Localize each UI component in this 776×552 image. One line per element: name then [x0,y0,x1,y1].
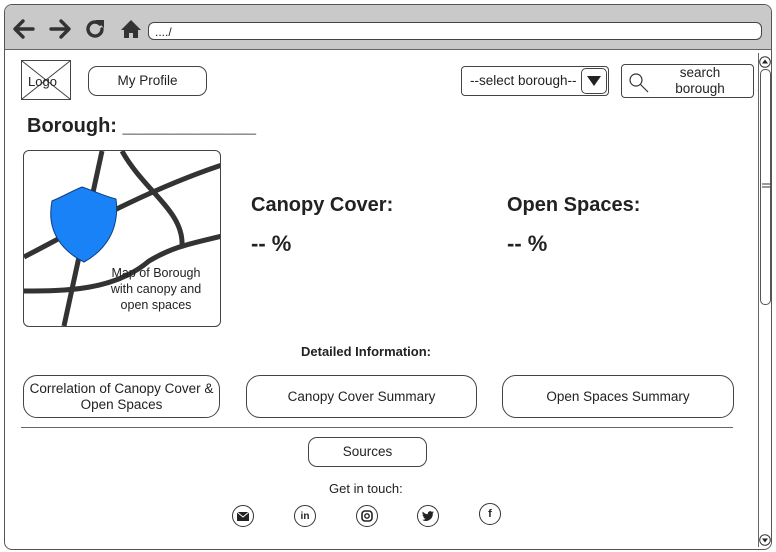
twitter-icon[interactable] [417,505,439,527]
borough-title: Borough: ____________ [27,115,257,137]
linkedin-icon[interactable]: in [294,505,316,527]
section-divider [21,427,733,428]
sources-button[interactable]: Sources [308,437,427,467]
scroll-down-icon[interactable] [759,533,771,546]
my-profile-button[interactable]: My Profile [88,66,207,96]
chevron-down-icon[interactable] [581,68,607,94]
open-spaces-value: -- % [507,231,548,256]
correlation-button[interactable]: Correlation of Canopy Cover & Open Space… [23,375,220,418]
home-icon[interactable] [117,15,145,43]
map-label: Map of Borough with canopy and open spac… [110,266,202,312]
search-borough-button[interactable]: search borough [621,64,754,98]
search-icon [628,72,650,98]
scrollbar[interactable] [758,53,771,547]
logo-label: Logo [28,74,57,89]
scroll-up-icon[interactable] [759,55,771,68]
mail-icon[interactable] [232,505,254,527]
detailed-information-label: Detailed Information: [301,344,432,359]
instagram-icon[interactable] [356,505,378,527]
facebook-icon[interactable]: f [479,503,501,525]
address-bar[interactable]: ..../ [148,22,762,40]
get-in-touch-label: Get in touch: [329,481,403,496]
borough-map[interactable]: Map of Borough with canopy and open spac… [23,150,221,327]
logo[interactable]: Logo [21,60,71,100]
browser-toolbar: ..../ [5,5,771,50]
open-spaces-title: Open Spaces: [507,194,641,216]
canopy-cover-summary-button[interactable]: Canopy Cover Summary [246,375,477,418]
borough-select-value: --select borough-- [470,73,577,88]
browser-window: ..../ Logo My Profile --select borough--… [4,4,772,550]
search-label: search borough [675,65,725,96]
scroll-thumb[interactable] [760,69,771,305]
borough-select[interactable]: --select borough-- [461,66,609,96]
open-spaces-summary-button[interactable]: Open Spaces Summary [502,375,734,418]
back-arrow-icon[interactable] [9,15,37,43]
canopy-cover-title: Canopy Cover: [251,194,394,216]
canopy-cover-value: -- % [251,231,292,256]
reload-icon[interactable] [81,15,109,43]
forward-arrow-icon[interactable] [47,15,75,43]
